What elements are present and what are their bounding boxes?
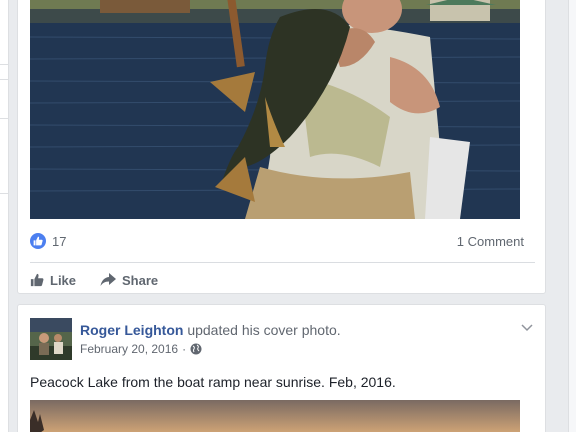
sidebar-divider — [0, 118, 9, 119]
action-divider — [30, 262, 535, 263]
comment-count-link[interactable]: 1 Comment — [457, 234, 524, 249]
post-options-button[interactable] — [521, 319, 533, 337]
like-icon — [30, 273, 44, 287]
sidebar-divider — [0, 79, 9, 80]
left-sidebar-edge — [0, 0, 9, 432]
like-button[interactable]: Like — [30, 273, 76, 288]
post-photo-bass-catch[interactable] — [30, 0, 520, 219]
bass-catch-photo-image — [30, 0, 520, 219]
sidebar-divider — [0, 64, 9, 65]
post-actions: Like Share — [30, 269, 182, 291]
avatar[interactable] — [30, 318, 72, 360]
author-action-text: updated his cover photo. — [187, 322, 341, 338]
avatar-image — [30, 318, 72, 360]
post-text: Peacock Lake from the boat ramp near sun… — [30, 374, 396, 390]
share-button[interactable]: Share — [100, 273, 158, 288]
meta-separator: · — [182, 342, 187, 356]
post-header: Roger Leighton updated his cover photo. — [80, 322, 341, 338]
sunrise-photo-image — [30, 400, 520, 432]
sidebar-divider — [0, 193, 9, 194]
like-count[interactable]: 17 — [52, 234, 66, 249]
thumbs-up-icon[interactable] — [30, 233, 46, 249]
reaction-summary: 17 1 Comment — [30, 231, 524, 251]
post-timestamp-link[interactable]: February 20, 2016 — [80, 342, 178, 356]
share-icon — [100, 273, 117, 286]
right-sidebar-edge — [568, 0, 576, 432]
like-label: Like — [50, 272, 77, 288]
globe-icon[interactable] — [190, 343, 202, 355]
share-label: Share — [122, 272, 159, 288]
post-photo-sunrise[interactable] — [30, 400, 520, 432]
feed-post-fishing-photo: 17 1 Comment Like Share — [17, 0, 546, 294]
author-name-link[interactable]: Roger Leighton — [80, 322, 183, 338]
chevron-down-icon — [521, 324, 533, 332]
feed-post-cover-photo: Roger Leighton updated his cover photo. … — [17, 304, 546, 432]
post-meta: February 20, 2016 · — [80, 342, 202, 356]
